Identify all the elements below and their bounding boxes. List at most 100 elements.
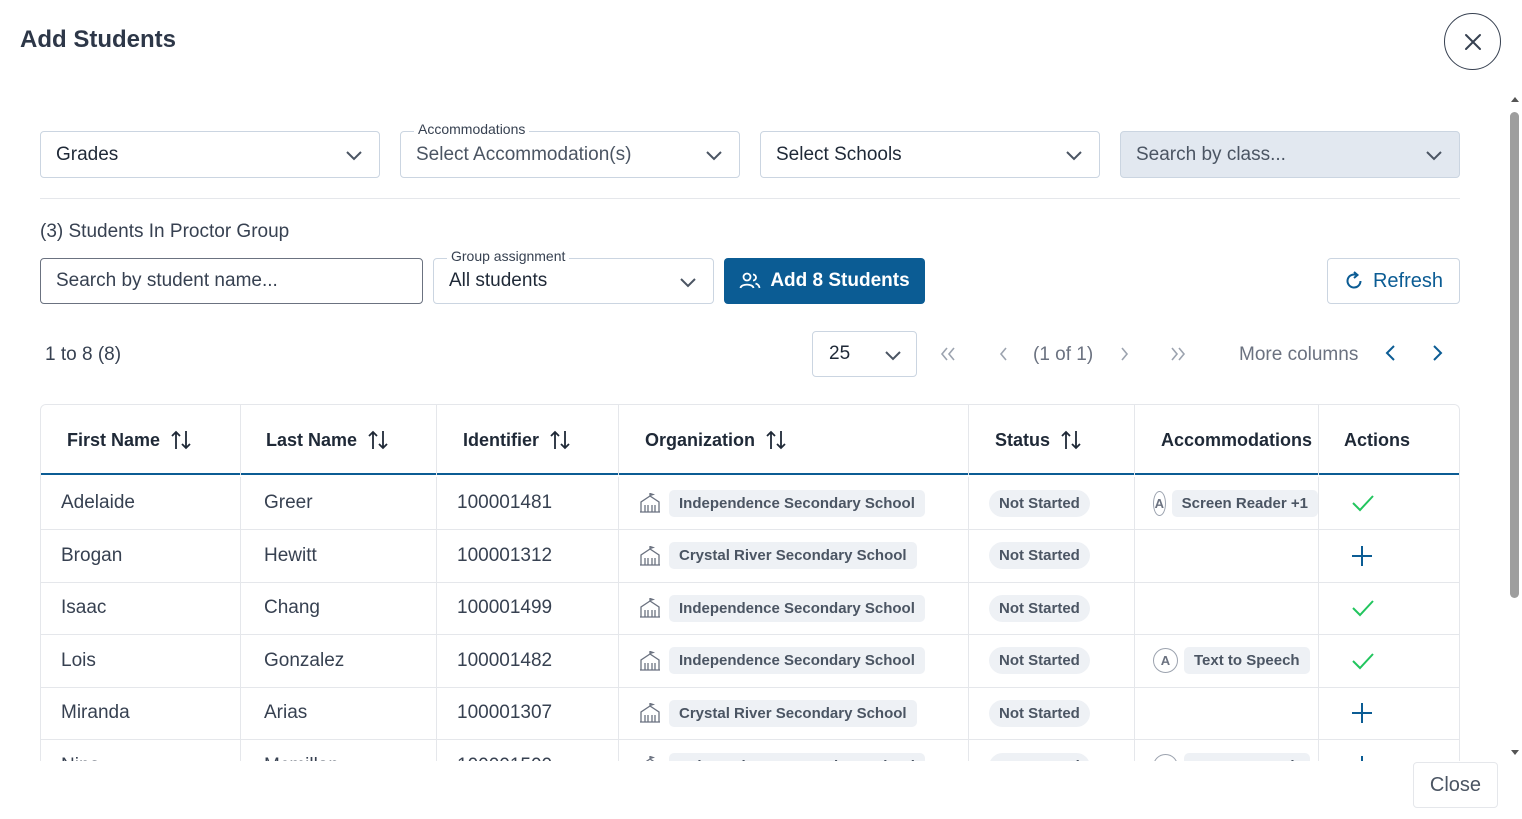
last-name-cell: Chang: [241, 582, 437, 635]
chevron-down-icon: [680, 278, 696, 288]
column-first-name[interactable]: First Name: [41, 405, 241, 475]
table-row: Lois Gonzalez 100001482 Independence Second…: [41, 634, 1459, 688]
grades-select-value: Grades: [56, 143, 119, 165]
chevron-down-icon: [1426, 151, 1442, 161]
previous-page-icon[interactable]: [994, 344, 1014, 364]
organization-chip: Independence Secondary School: [669, 647, 925, 675]
column-status[interactable]: Status: [969, 405, 1135, 475]
status-cell: Not Started: [969, 477, 1135, 529]
school-icon: [645, 756, 656, 761]
scrollbar-thumb[interactable]: [1510, 112, 1519, 598]
school-icon: [640, 545, 660, 566]
check-icon: [1352, 495, 1374, 512]
plus-icon: [1352, 703, 1372, 724]
status-cell: Not Started: [969, 634, 1135, 687]
chevron-down-icon: [1066, 151, 1082, 161]
organization-chip: Independence Secondary School: [669, 594, 925, 622]
refresh-label: Refresh: [1372, 269, 1444, 292]
organization-cell: Independence Secondary School: [619, 582, 969, 635]
student-added-indicator[interactable]: [1319, 582, 1459, 634]
organization-cell: Independence Secondary School: [619, 740, 969, 761]
divider: [40, 198, 1460, 199]
refresh-button[interactable]: Refresh: [1327, 258, 1460, 304]
identifier-cell: 100001482: [437, 634, 619, 687]
add-students-button[interactable]: Add 8 Students: [724, 258, 925, 304]
more-columns-label: More columns: [1239, 344, 1359, 365]
chevron-down-icon: [885, 351, 901, 361]
column-last-name[interactable]: Last Name: [241, 405, 437, 475]
accommodations-select[interactable]: Accommodations Select Accommodation(s): [400, 121, 740, 178]
last-page-icon[interactable]: [1168, 344, 1188, 364]
last-name-cell: Hewitt: [241, 529, 437, 582]
accommodations-placeholder: Select Accommodation(s): [416, 143, 632, 165]
last-name-cell: Gonzalez: [241, 634, 437, 687]
identifier-cell: 100001307: [437, 687, 619, 740]
class-search-placeholder: Search by class...: [1136, 143, 1286, 165]
status-badge: Not Started: [989, 752, 1090, 761]
identifier-cell: 100001481: [437, 477, 619, 529]
check-icon: [1352, 653, 1374, 670]
schools-placeholder: Select Schools: [776, 143, 902, 165]
users-icon: [739, 272, 761, 289]
plus-icon: [1361, 756, 1363, 761]
accommodations-label: Accommodations: [414, 121, 530, 137]
accommodation-chip: Text to Speech: [1184, 752, 1310, 761]
next-page-icon[interactable]: [1114, 344, 1134, 364]
first-name-cell: Brogan: [41, 529, 241, 582]
accommodation-type-badge: A: [1153, 753, 1178, 761]
organization-chip: Crystal River Secondary School: [669, 699, 917, 727]
table-row: Adelaide Greer 100001481 Independence Secon…: [41, 477, 1459, 530]
organization-cell: Independence Secondary School: [619, 634, 969, 687]
add-student-button[interactable]: [1319, 740, 1459, 761]
sort-icon: [171, 430, 191, 450]
group-assignment-label: Group assignment: [447, 248, 570, 264]
last-name-cell: Mcmillan: [241, 740, 437, 761]
student-search-input[interactable]: [40, 258, 423, 304]
close-button[interactable]: Close: [1413, 762, 1498, 808]
organization-cell: Crystal River Secondary School: [619, 687, 969, 740]
first-name-cell: Miranda: [41, 687, 241, 740]
add-students-label: Add 8 Students: [770, 270, 910, 291]
status-badge: Not Started: [989, 699, 1090, 727]
group-assignment-value: All students: [449, 270, 548, 291]
dialog-title: Add Students: [20, 26, 176, 53]
column-organization[interactable]: Organization: [619, 405, 969, 475]
accommodations-cell: [1135, 687, 1319, 740]
organization-chip: Independence Secondary School: [669, 752, 925, 761]
table-row: Miranda Arias 100001307 Crystal River Secon…: [41, 687, 1459, 741]
accommodation-chip: Text to Speech: [1184, 647, 1310, 675]
last-name-cell: Greer: [241, 477, 437, 529]
scroll-columns-left-icon[interactable]: [1380, 342, 1402, 364]
status-badge: Not Started: [989, 489, 1090, 517]
status-badge: Not Started: [989, 647, 1090, 675]
student-added-indicator[interactable]: [1319, 477, 1459, 529]
accommodation-type-badge: A: [1153, 490, 1166, 516]
student-added-indicator[interactable]: [1319, 635, 1459, 687]
class-search-select[interactable]: Search by class...: [1120, 131, 1460, 178]
accommodations-cell: A Screen Reader +1: [1135, 477, 1319, 529]
page-size-value: 25: [829, 343, 851, 364]
status-cell: Not Started: [969, 529, 1135, 582]
page-size-select[interactable]: 25: [812, 331, 917, 377]
scroll-columns-right-icon[interactable]: [1426, 342, 1448, 364]
first-name-cell: Nina: [41, 740, 241, 761]
accommodation-type-badge: A: [1153, 648, 1178, 674]
group-assignment-select[interactable]: Group assignment All students: [433, 248, 714, 304]
grades-select[interactable]: Grades: [40, 131, 380, 178]
organization-chip: Crystal River Secondary School: [669, 542, 917, 570]
column-identifier[interactable]: Identifier: [437, 405, 619, 475]
status-cell: Not Started: [969, 582, 1135, 635]
add-student-button[interactable]: [1319, 687, 1459, 739]
add-student-button[interactable]: [1319, 530, 1459, 582]
first-page-icon[interactable]: [938, 344, 958, 364]
accommodations-cell: [1135, 529, 1319, 582]
organization-cell: Independence Secondary School: [619, 477, 969, 529]
check-icon: [1352, 600, 1374, 617]
last-name-cell: Arias: [241, 687, 437, 740]
schools-select[interactable]: Select Schools: [760, 131, 1100, 178]
table-row: Isaac Chang 100001499 Independence Secondar…: [41, 582, 1459, 636]
sort-icon: [550, 430, 570, 450]
chevron-down-icon: [346, 151, 362, 161]
close-dialog-button[interactable]: [1444, 13, 1501, 70]
status-badge: Not Started: [989, 594, 1090, 622]
